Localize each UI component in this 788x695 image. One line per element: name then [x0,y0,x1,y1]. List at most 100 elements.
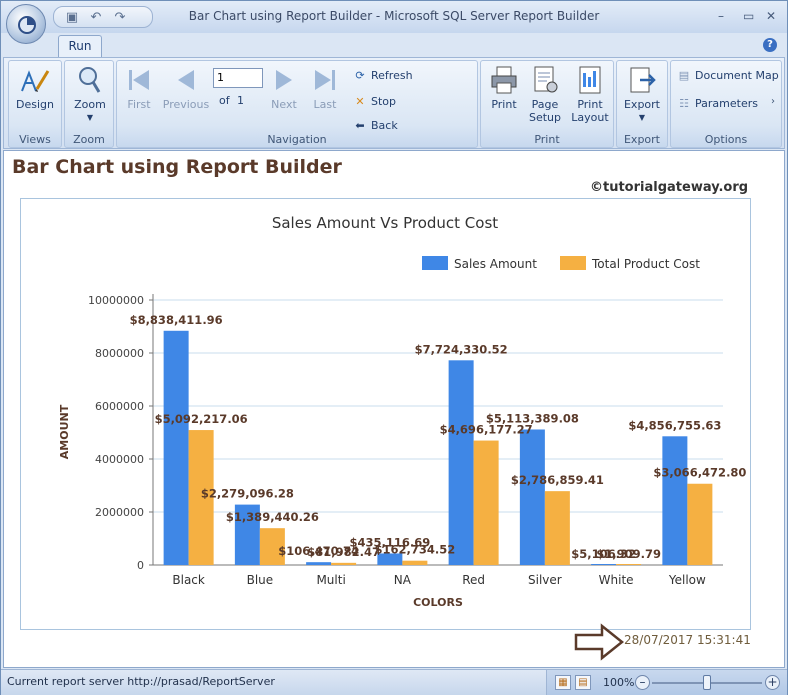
refresh-label: Refresh [371,69,413,82]
page-setup-label-1: Page [531,98,559,111]
print-group: Print Page Setup Print Layout Print [480,60,614,148]
print-layout-button[interactable]: Print Layout [569,65,611,124]
data-label: $1,909.79 [596,547,661,561]
title-bar: ▣ ↶ ↷ Bar Chart using Report Builder - M… [1,1,787,33]
data-label: $4,856,755.63 [628,418,721,432]
print-button[interactable]: Print [485,65,523,111]
legend-label-0: Sales Amount [454,257,537,271]
next-page-icon [268,65,300,95]
export-group: Export ▼ Export [616,60,668,148]
zoom-group-label: Zoom [73,133,105,146]
tab-run[interactable]: Run [58,35,102,57]
design-label: Design [16,98,54,111]
y-tick-label: 2000000 [95,506,144,519]
maximize-button[interactable]: ▭ [743,9,754,23]
zoom-button[interactable]: Zoom ▼ [68,65,112,122]
ribbon-scroll-right-icon[interactable]: › [771,96,775,107]
last-label: Last [313,98,337,111]
back-button[interactable]: ⬅ Back [353,118,398,134]
page-setup-label-2: Setup [528,111,562,124]
y-tick-label: 10000000 [88,294,144,307]
zoom-in-button[interactable]: + [765,675,780,690]
print-label: Print [491,98,517,111]
x-axis-label: COLORS [413,596,463,609]
bar-0 [306,562,332,565]
next-label: Next [271,98,297,111]
data-label: $162,734.52 [374,543,455,557]
back-arrow-icon: ⬅ [355,119,365,132]
report-view-icon[interactable]: ▦ [555,675,571,690]
legend-swatch-1 [560,256,586,270]
refresh-button[interactable]: ⟳ Refresh [353,68,413,84]
export-group-label: Export [623,133,660,146]
back-label: Back [371,119,398,132]
x-tick-label: Multi [316,573,345,587]
print-layout-icon [574,65,606,95]
page-setup-icon [529,65,561,95]
data-label: $3,066,472.80 [653,466,746,480]
ribbon-tab-row: Run ? [1,33,787,57]
report-builder-window: ▣ ↶ ↷ Bar Chart using Report Builder - M… [0,0,788,695]
stop-icon: ✕ [355,95,365,108]
options-group: ▤ Document Map ☷ Parameters Options [670,60,782,148]
stop-button[interactable]: ✕ Stop [353,94,396,110]
last-page-button[interactable]: Last [307,65,343,111]
parameters-button[interactable]: ☷ Parameters [677,96,758,112]
application-button[interactable] [6,4,46,44]
magnifier-icon [74,65,106,95]
document-map-label: Document Map [695,69,779,82]
legend-label-1: Total Product Cost [591,257,700,271]
minimize-button[interactable]: – [718,9,724,23]
document-map-button[interactable]: ▤ Document Map [677,68,779,84]
page-view-icon[interactable]: ▤ [575,675,591,690]
bar-1 [402,560,428,565]
first-page-button[interactable]: First [121,65,157,111]
x-tick-label: Black [172,573,205,587]
views-group: Design Views [8,60,62,148]
data-label: $5,092,217.06 [155,412,248,426]
total-pages: 1 [237,94,244,107]
data-label: $2,786,859.41 [511,473,604,487]
x-tick-label: Blue [247,573,274,587]
first-label: First [127,98,151,111]
legend-swatch-0 [422,256,448,270]
print-layout-label-2: Layout [571,111,609,124]
page-setup-button[interactable]: Page Setup [525,65,565,124]
printer-icon [488,65,520,95]
arrow-icon [574,623,625,661]
y-axis-label: AMOUNT [58,404,71,459]
export-label: Export [623,98,660,111]
navigation-group: First Previous 1 of 1 Next Last ⟳ Refres… [116,60,478,148]
execution-time: 28/07/2017 15:31:41 [624,633,751,647]
bar-0 [591,564,617,565]
chart-title: Sales Amount Vs Product Cost [272,214,498,232]
help-icon[interactable]: ? [763,38,777,52]
zoom-out-button[interactable]: – [635,675,650,690]
bar-1 [331,562,357,565]
data-label: $8,838,411.96 [130,313,223,327]
zoom-label: Zoom [74,98,106,111]
bar-1 [616,564,642,565]
report-server-status: Current report server http://prasad/Repo… [7,675,275,688]
x-tick-label: White [599,573,634,587]
y-tick-label: 8000000 [95,347,144,360]
stop-label: Stop [371,95,397,108]
x-tick-label: Silver [528,573,562,587]
page-number-input[interactable]: 1 [213,68,263,88]
bar-1 [687,483,713,565]
zoom-group: Zoom ▼ Zoom [64,60,114,148]
parameters-label: Parameters [695,97,758,110]
status-bar: Current report server http://prasad/Repo… [1,669,787,695]
bar-0 [519,429,545,565]
previous-label: Previous [162,98,210,111]
next-page-button[interactable]: Next [267,65,301,111]
design-button[interactable]: Design [13,65,57,111]
previous-page-button[interactable]: Previous [161,65,211,111]
export-button[interactable]: Export ▼ [620,65,664,122]
zoom-slider-thumb[interactable] [703,675,711,690]
close-button[interactable]: ✕ [766,9,776,23]
x-tick-label: Yellow [668,573,706,587]
data-label: $5,113,389.08 [486,411,579,425]
data-label: $2,279,096.28 [201,487,294,501]
bar-1 [544,491,570,565]
